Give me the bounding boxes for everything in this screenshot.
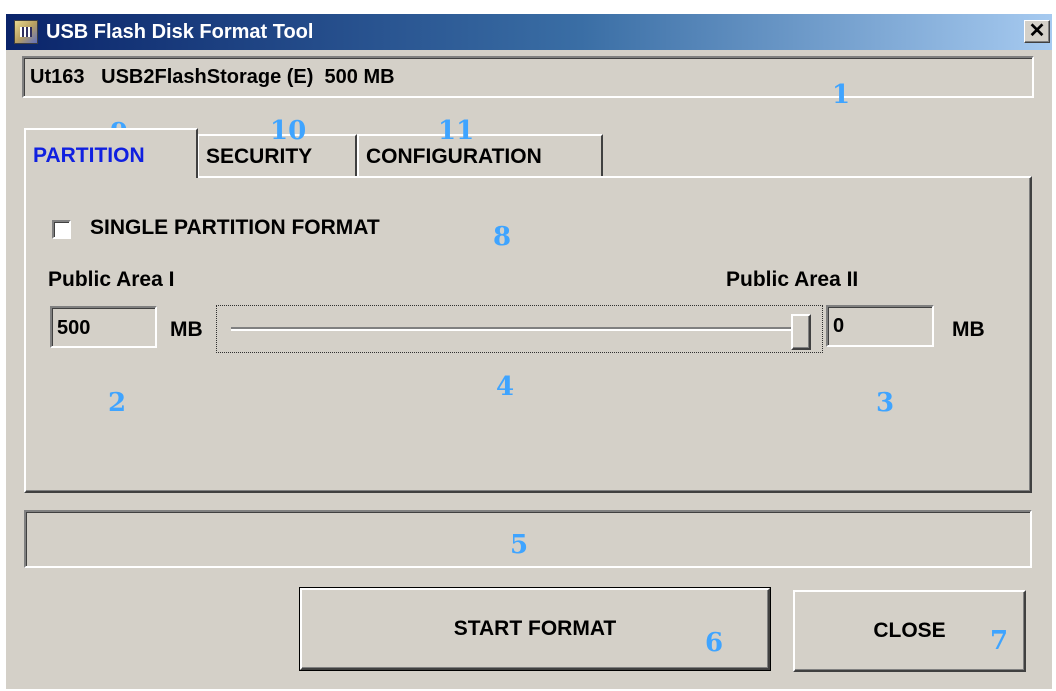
callout-11: 11: [438, 116, 475, 146]
window-title: USB Flash Disk Format Tool: [46, 21, 314, 43]
single-partition-checkbox[interactable]: [52, 220, 71, 239]
tab-configuration[interactable]: CONFIGURATION: [357, 134, 603, 176]
slider-thumb[interactable]: [791, 314, 811, 350]
callout-4: 4: [496, 372, 515, 402]
public-area-2-label: Public Area II: [726, 268, 859, 291]
tab-partition[interactable]: PARTITION: [24, 128, 198, 178]
public-area-2-value: 0: [833, 315, 845, 337]
callout-2: 2: [108, 388, 127, 418]
start-format-button[interactable]: START FORMAT: [300, 588, 770, 670]
callout-6: 6: [705, 628, 724, 658]
single-partition-label[interactable]: SINGLE PARTITION FORMAT: [90, 216, 380, 240]
device-info-text: Ut163 USB2FlashStorage (E) 500 MB: [30, 66, 395, 88]
close-icon[interactable]: ✕: [1024, 20, 1050, 43]
public-area-2-unit: MB: [952, 318, 985, 341]
public-area-1-label: Public Area I: [48, 268, 175, 291]
title-bar[interactable]: USB Flash Disk Format Tool ✕: [6, 14, 1052, 50]
public-area-2-size-field[interactable]: 0: [826, 305, 934, 347]
callout-1: 1: [832, 80, 851, 110]
callout-7: 7: [990, 626, 1009, 656]
usb-app-icon: [14, 20, 38, 44]
device-info-field: Ut163 USB2FlashStorage (E) 500 MB: [22, 56, 1034, 98]
public-area-1-size-field[interactable]: 500: [50, 306, 157, 348]
partition-size-slider[interactable]: [216, 305, 823, 353]
slider-track: [231, 327, 811, 331]
callout-8: 8: [493, 222, 512, 252]
callout-10: 10: [270, 116, 307, 146]
callout-3: 3: [876, 388, 895, 418]
public-area-1-unit: MB: [170, 318, 203, 341]
callout-5: 5: [510, 530, 529, 560]
public-area-1-value: 500: [57, 317, 91, 339]
